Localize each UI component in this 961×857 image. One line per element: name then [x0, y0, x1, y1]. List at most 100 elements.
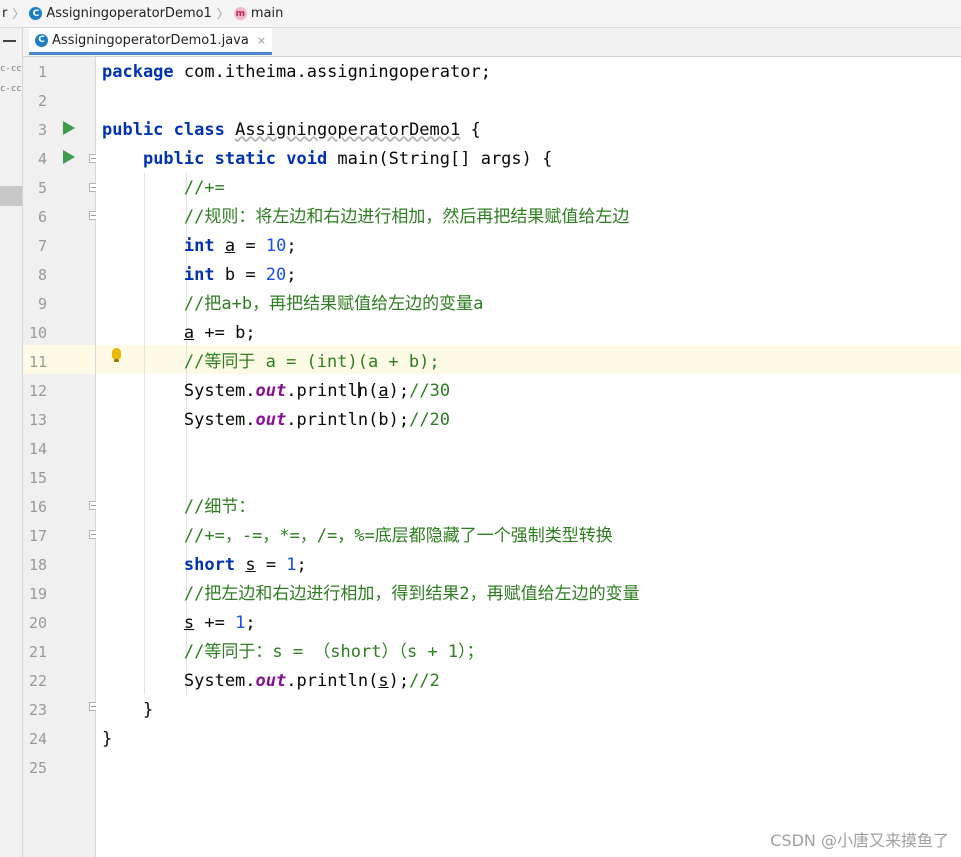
code-line[interactable]: //+=，-=，*=，/=，%=底层都隐藏了一个强制类型转换: [102, 522, 613, 551]
code-token: public class: [102, 120, 225, 140]
code-token: =: [235, 236, 266, 256]
code-token: int: [183, 236, 215, 256]
code-token: {: [460, 120, 481, 140]
line-number: 12: [28, 382, 47, 400]
code-token: ;: [286, 236, 297, 256]
run-icon[interactable]: [63, 121, 75, 135]
line-number: 18: [28, 556, 47, 574]
class-icon: C: [35, 33, 48, 47]
code-line[interactable]: int a = 10;: [102, 232, 297, 261]
project-tree-text[interactable]: c-cc: [0, 84, 22, 94]
code-line[interactable]: //把左边和右边进行相加，得到结果2，再赋值给左边的变量: [102, 580, 640, 609]
code-token: .println(b);: [286, 410, 410, 430]
editor-tab-bar: C AssigningoperatorDemo1.java ×: [23, 28, 961, 57]
code-token: //等同于 a = (int)(a + b);: [183, 352, 440, 372]
code-line[interactable]: //+=: [102, 174, 225, 203]
code-line[interactable]: a += b;: [102, 319, 256, 348]
code-token: ;: [296, 555, 307, 575]
line-number: 13: [28, 411, 47, 429]
code-token: ;: [286, 265, 297, 285]
breadcrumb-label: r: [2, 6, 8, 21]
code-line[interactable]: //细节：: [102, 493, 255, 522]
watermark: CSDN @小唐又来摸鱼了: [770, 831, 949, 850]
code-token: .println(: [286, 671, 379, 691]
code-token: );: [388, 381, 410, 401]
code-token: com.itheima.assigningoperator;: [173, 62, 491, 82]
code-line[interactable]: package com.itheima.assigningoperator;: [102, 58, 491, 87]
code-line[interactable]: //等同于 a = (int)(a + b);: [102, 348, 440, 377]
code-token: 1: [286, 555, 297, 575]
code-token: public static void: [142, 149, 328, 169]
close-icon[interactable]: ×: [257, 34, 266, 47]
code-token: //30: [409, 381, 451, 401]
code-token: System.: [102, 410, 256, 430]
code-line[interactable]: System.out.println(s);//2: [102, 667, 440, 696]
line-number: 5: [37, 179, 47, 197]
code-line[interactable]: System.out.println(a);//30: [102, 377, 450, 406]
line-number: 7: [37, 237, 47, 255]
code-line[interactable]: public class AssigningoperatorDemo1 {: [102, 116, 481, 145]
breadcrumb-label: AssigningoperatorDemo1: [46, 6, 212, 21]
code-token: //+=，-=，*=，/=，%=底层都隐藏了一个强制类型转换: [183, 526, 613, 546]
line-number: 14: [28, 440, 47, 458]
code-token: 20: [265, 265, 287, 285]
breadcrumb-label: main: [250, 6, 284, 21]
code-token: //细节：: [183, 497, 256, 517]
code-token: System.: [102, 381, 256, 401]
code-line[interactable]: s += 1;: [102, 609, 256, 638]
code-line[interactable]: }: [102, 725, 112, 754]
code-line[interactable]: short s = 1;: [102, 551, 307, 580]
code-line[interactable]: //等同于：s = （short）（s + 1）；: [102, 638, 484, 667]
code-editor[interactable]: package com.itheima.assigningoperator; pu…: [96, 57, 961, 857]
method-icon: m: [233, 7, 247, 20]
line-number: 3: [37, 121, 47, 139]
code-token: //把a+b，再把结果赋值给左边的变量a: [183, 294, 484, 314]
breadcrumb-separator-icon: 〉: [216, 7, 229, 21]
code-line[interactable]: System.out.println(b);//20: [102, 406, 450, 435]
line-number: 20: [28, 614, 47, 632]
breadcrumb-item-project[interactable]: r: [2, 6, 7, 21]
code-token: }: [102, 729, 113, 749]
line-number: 9: [37, 295, 47, 313]
code-token: main(String[] args) {: [327, 149, 553, 169]
line-number: 21: [28, 643, 47, 661]
line-number: 23: [28, 701, 47, 719]
code-line[interactable]: public static void main(String[] args) {: [102, 145, 552, 174]
breadcrumb-item-method[interactable]: m main: [233, 6, 284, 21]
code-token: b =: [214, 265, 266, 285]
code-token: out: [255, 381, 287, 401]
breadcrumb-item-class[interactable]: C AssigningoperatorDemo1: [29, 6, 212, 21]
code-line[interactable]: int b = 20;: [102, 261, 297, 290]
code-line[interactable]: //把a+b，再把结果赋值给左边的变量a: [102, 290, 483, 319]
line-number: 8: [37, 266, 47, 284]
code-token: System.: [102, 671, 256, 691]
line-number: 10: [28, 324, 47, 342]
run-icon[interactable]: [63, 150, 75, 164]
tab-label: AssigningoperatorDemo1.java: [52, 32, 249, 48]
collapse-icon[interactable]: [3, 40, 16, 42]
code-token: }: [102, 700, 154, 720]
code-line[interactable]: }: [102, 696, 153, 725]
line-number: 4: [37, 150, 47, 168]
project-tree-text[interactable]: c-cc: [0, 64, 22, 74]
code-token: ;: [245, 613, 256, 633]
code-token: 10: [265, 236, 287, 256]
code-token: package: [102, 62, 174, 82]
breadcrumb-bar: r 〉 C AssigningoperatorDemo1 〉 m main: [0, 0, 961, 28]
project-tool-strip: c-cc c-cc: [0, 28, 23, 857]
code-token: s: [245, 555, 256, 575]
editor-tab[interactable]: C AssigningoperatorDemo1.java ×: [29, 28, 273, 55]
class-icon: C: [29, 7, 43, 20]
code-line[interactable]: //规则：将左边和右边进行相加，然后再把结果赋值给左边: [102, 203, 629, 232]
line-number: 6: [37, 208, 47, 226]
editor-gutter: 1 2 3 4 5 6 7 8 9 10 11 12 13 14 15 16 17 18 19 20 21 22 23 24 2…: [23, 57, 98, 857]
breadcrumb-separator-icon: 〉: [12, 7, 25, 21]
